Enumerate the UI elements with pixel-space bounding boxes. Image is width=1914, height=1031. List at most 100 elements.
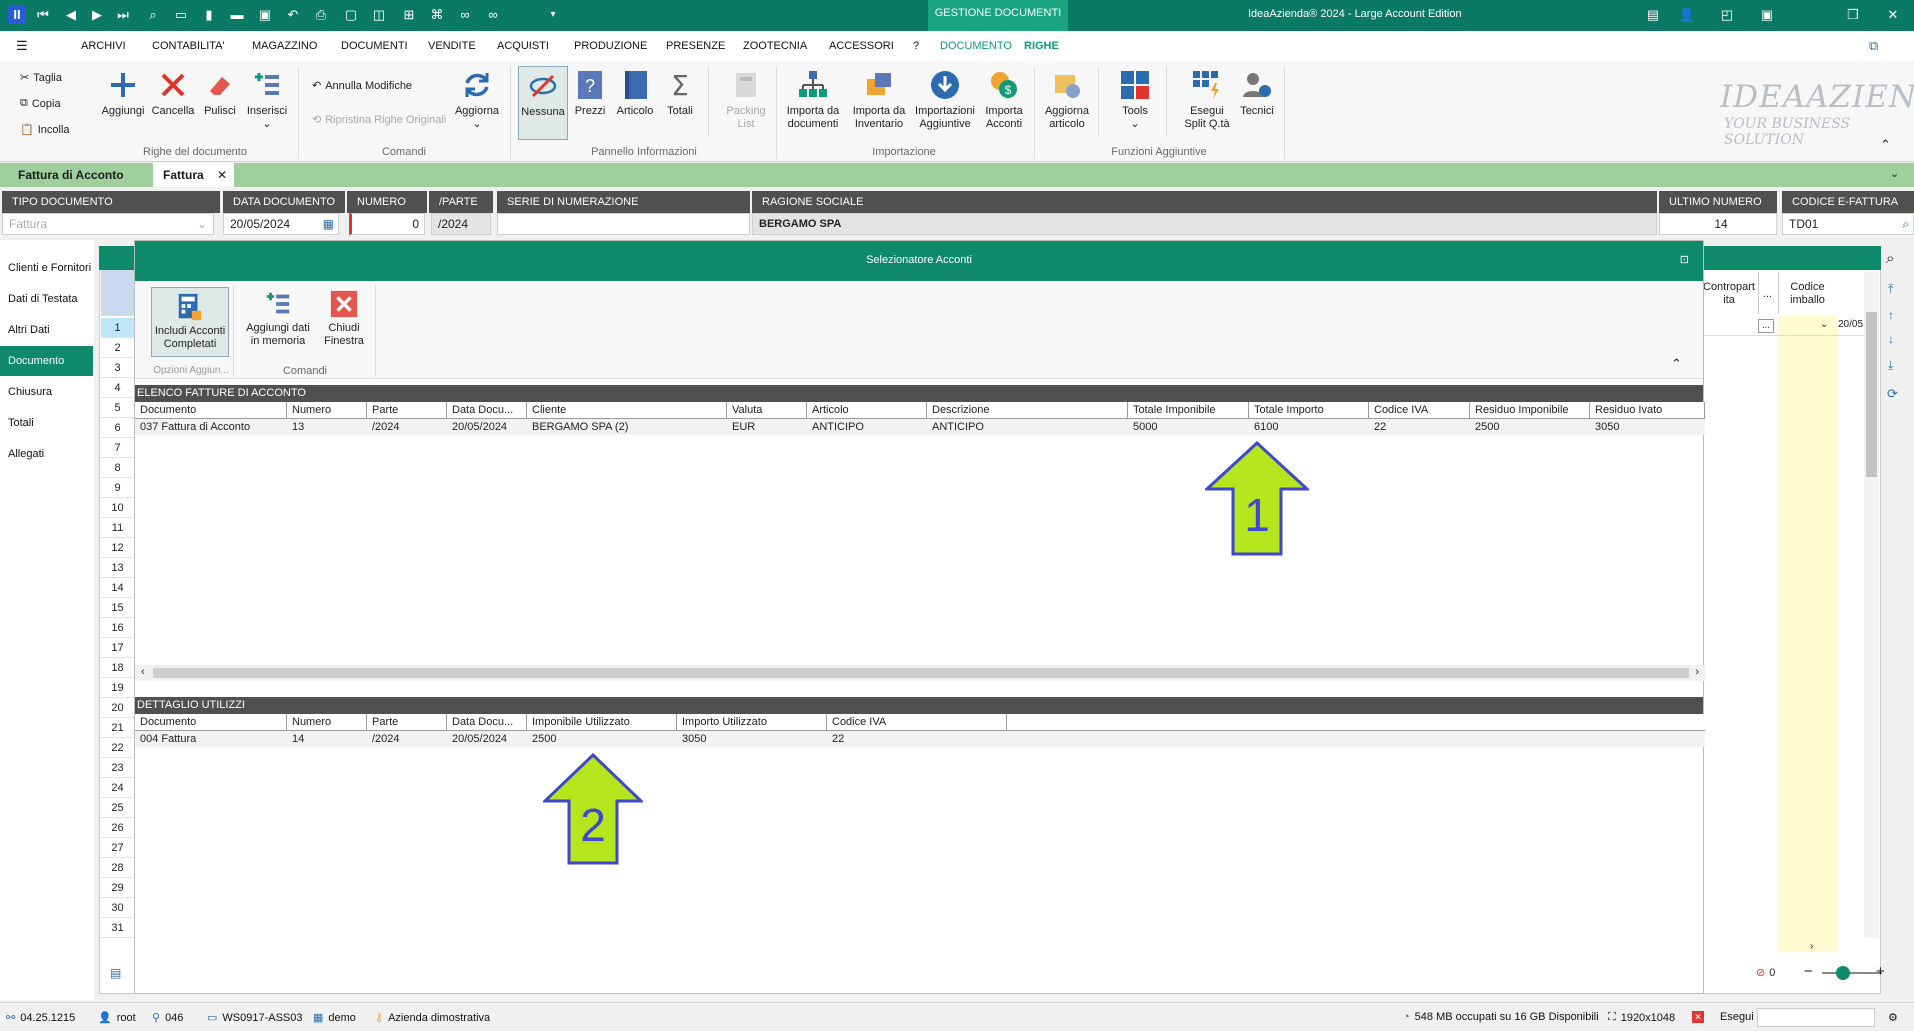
split-qty-button[interactable]: Esegui Split Q.tà <box>1176 69 1238 131</box>
undo-changes-button[interactable]: ↶ Annulla Modifiche <box>312 79 412 93</box>
move-bottom-icon[interactable]: ⤓ <box>1888 358 1893 373</box>
row-number[interactable]: 8 <box>101 458 134 478</box>
paste-button[interactable]: 📋 Incolla <box>20 123 70 137</box>
row-number[interactable]: 31 <box>101 918 134 938</box>
row-number[interactable]: 18 <box>101 658 134 678</box>
open-icon[interactable]: ▬ <box>228 6 246 24</box>
row-number[interactable]: 26 <box>101 818 134 838</box>
row-number[interactable]: 27 <box>101 838 134 858</box>
last-record-icon[interactable]: ⏭ <box>114 6 132 24</box>
acconti-column-header[interactable]: Codice IVA <box>1369 402 1470 419</box>
delete-icon[interactable]: ▮ <box>200 6 218 24</box>
row-number[interactable]: 10 <box>101 498 134 518</box>
table1-horizontal-scrollbar[interactable]: ‹ › <box>135 665 1705 681</box>
acconti-column-header[interactable]: Valuta <box>727 402 807 419</box>
numero-field[interactable]: 0 <box>349 213 425 235</box>
acconti-column-header[interactable]: Totale Importo <box>1249 402 1369 419</box>
close-window-icon[interactable]: ✕ <box>1880 5 1906 25</box>
menu-acquisti[interactable]: ACQUISTI <box>497 40 549 52</box>
nav-documento[interactable]: Documento <box>0 346 93 376</box>
sync-icon[interactable]: ⟳ <box>1887 386 1898 402</box>
add-to-memory-button[interactable]: Aggiungi dati in memoria <box>243 289 313 348</box>
zoom-slider[interactable] <box>1822 966 1882 980</box>
row-number[interactable]: 16 <box>101 618 134 638</box>
row-number[interactable]: 19 <box>101 678 134 698</box>
move-down-icon[interactable]: ↓ <box>1888 332 1894 346</box>
row-number[interactable]: 4 <box>101 378 134 398</box>
row-number[interactable]: 28 <box>101 858 134 878</box>
row-number[interactable]: 29 <box>101 878 134 898</box>
tab-fattura-acconto[interactable]: Fattura di Acconto <box>18 163 124 187</box>
prices-button[interactable]: ? Prezzi <box>570 69 610 118</box>
import-inventory-button[interactable]: Importa da Inventario <box>846 69 912 131</box>
utilizzi-column-header[interactable]: Numero <box>287 714 367 731</box>
cut-button[interactable]: ✂ Taglia <box>20 71 62 85</box>
menu-list-icon[interactable]: ☰ <box>16 38 28 54</box>
scrollbar-thumb[interactable] <box>1866 312 1877 477</box>
totals-button[interactable]: Σ Totali <box>660 69 700 118</box>
codice-efattura-field[interactable]: TD01 ⌕ <box>1782 213 1914 235</box>
row-number[interactable]: 23 <box>101 758 134 778</box>
row-number[interactable]: 15 <box>101 598 134 618</box>
scroll-right-icon[interactable]: › <box>1695 666 1699 678</box>
panel-icon[interactable]: ▣ <box>1754 5 1780 25</box>
row-number[interactable]: 25 <box>101 798 134 818</box>
utilizzi-column-header[interactable]: Data Docu... <box>447 714 527 731</box>
grid-icon[interactable]: ⊞ <box>400 6 418 24</box>
acconti-column-header[interactable]: Data Docu... <box>447 402 527 419</box>
acconti-column-header[interactable]: Articolo <box>807 402 927 419</box>
acconti-column-header[interactable]: Parte <box>367 402 447 419</box>
delete-button[interactable]: Cancella <box>150 69 196 118</box>
clean-button[interactable]: Pulisci <box>198 69 242 118</box>
serie-field[interactable] <box>497 213 750 235</box>
zoom-in-icon[interactable]: + <box>1876 963 1885 980</box>
utilizzi-column-header[interactable]: Importo Utilizzato <box>677 714 827 731</box>
row-number[interactable]: 12 <box>101 538 134 558</box>
menu-righe[interactable]: RIGHE <box>1024 40 1059 52</box>
layout-icon[interactable]: ⧉ <box>1869 38 1878 54</box>
restore-icon[interactable]: ❐ <box>1840 5 1866 25</box>
refresh-button[interactable]: Aggiorna ⌄ <box>450 69 504 131</box>
status-error-flag[interactable]: ✕ <box>1692 1011 1704 1023</box>
insert-button[interactable]: Inserisci ⌄ <box>242 69 292 131</box>
row-number[interactable]: 14 <box>101 578 134 598</box>
utilizzi-row[interactable]: 004 Fattura 14/2024 20/05/2024 2500 3050 22 <box>135 731 1705 747</box>
move-top-icon[interactable]: ⤒ <box>1888 282 1893 297</box>
scroll-right-icon[interactable]: › <box>1810 941 1870 953</box>
menu-accessori[interactable]: ACCESSORI <box>829 40 894 52</box>
row-number[interactable]: 21 <box>101 718 134 738</box>
chevron-down-icon[interactable]: ⌄ <box>1820 319 1828 330</box>
utilizzi-column-header[interactable]: Parte <box>367 714 447 731</box>
binoculars-icon[interactable]: ∞ <box>456 6 474 24</box>
add-button[interactable]: Aggiungi <box>100 69 146 118</box>
move-up-icon[interactable]: ↑ <box>1888 308 1894 322</box>
external-window-icon[interactable]: ◰ <box>1714 5 1740 25</box>
collapse-ribbon-icon[interactable]: ⌃ <box>1880 137 1891 153</box>
acconti-column-header[interactable]: Documento <box>135 402 287 419</box>
find-icon[interactable]: ⌘ <box>428 6 446 24</box>
binoculars-next-icon[interactable]: ∞ <box>484 6 502 24</box>
grid-vertical-scrollbar[interactable] <box>1864 272 1879 938</box>
row-number[interactable]: 6 <box>101 418 134 438</box>
exec-input[interactable] <box>1757 1008 1875 1027</box>
maximize-icon[interactable]: ⊡ <box>1680 241 1689 279</box>
import-documents-button[interactable]: Importa da documenti <box>780 69 846 131</box>
ellipsis-button[interactable]: ... <box>1758 319 1774 333</box>
nav-clienti-fornitori[interactable]: Clienti e Fornitori <box>0 253 93 283</box>
help-icon[interactable]: ▤ <box>1640 5 1666 25</box>
settings-icon[interactable]: ⚙ <box>1888 1011 1898 1024</box>
first-record-icon[interactable]: ⏮ <box>34 6 52 24</box>
error-indicator[interactable]: ⊘ 0 <box>1756 966 1775 980</box>
menu-contabilita[interactable]: CONTABILITA' <box>152 40 225 52</box>
acconti-row[interactable]: 037 Fattura di Acconto 13/2024 20/05/2024 B… <box>135 419 1705 435</box>
save-icon[interactable]: ▣ <box>256 6 274 24</box>
copy-doc-icon[interactable]: ▢ <box>342 6 360 24</box>
import-deposits-button[interactable]: $ Importa Acconti <box>980 69 1028 131</box>
tab-fattura[interactable]: Fattura ✕ <box>153 163 234 187</box>
zoom-slider-thumb[interactable] <box>1836 966 1850 980</box>
utilizzi-column-header[interactable]: Imponibile Utilizzato <box>527 714 677 731</box>
menu-archivi[interactable]: ARCHIVI <box>81 40 126 52</box>
nav-altri-dati[interactable]: Altri Dati <box>0 315 93 345</box>
parte-field[interactable]: /2024 <box>431 213 491 235</box>
row-number[interactable]: 13 <box>101 558 134 578</box>
